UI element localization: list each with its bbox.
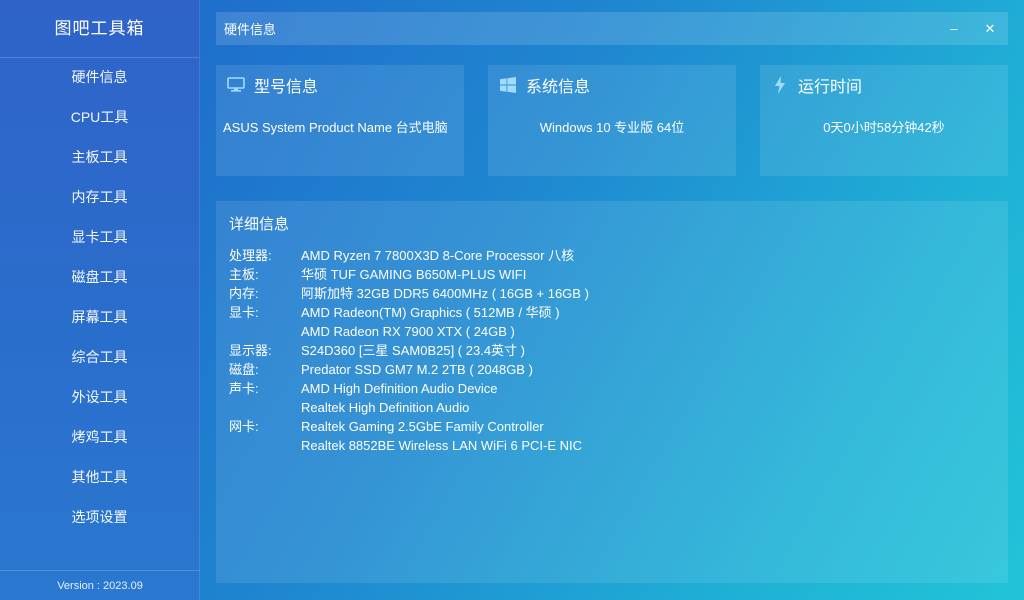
detail-row-network: 网卡: Realtek Gaming 2.5GbE Family Controll… — [229, 417, 995, 436]
detail-value: AMD Radeon(TM) Graphics ( 512MB / 华硕 ) — [301, 305, 560, 320]
detail-label: 内存: — [229, 286, 259, 301]
sidebar-item-screen-tools[interactable]: 屏幕工具 — [0, 298, 199, 338]
sidebar-item-memory-tools[interactable]: 内存工具 — [0, 178, 199, 218]
model-info-header: 型号信息 — [216, 65, 464, 105]
sidebar-item-settings[interactable]: 选项设置 — [0, 498, 199, 538]
detail-value: Realtek Gaming 2.5GbE Family Controller — [301, 419, 544, 434]
sidebar-item-disk-tools[interactable]: 磁盘工具 — [0, 258, 199, 298]
windows-icon — [498, 75, 518, 95]
detail-row-gpu-2: AMD Radeon RX 7900 XTX ( 24GB ) — [229, 322, 995, 341]
sidebar-item-hardware-info[interactable]: 硬件信息 — [0, 58, 199, 98]
model-info-card: 型号信息 ASUS System Product Name 台式电脑 — [216, 65, 464, 176]
title-bar: 硬件信息 – ✕ — [216, 12, 1008, 45]
detail-value: 阿斯加特 32GB DDR5 6400MHz ( 16GB + 16GB ) — [301, 286, 589, 301]
detail-label: 磁盘: — [229, 362, 259, 377]
model-info-value: ASUS System Product Name 台式电脑 — [223, 120, 448, 135]
detail-row-disk: 磁盘: Predator SSD GM7 M.2 2TB ( 2048GB ) — [229, 360, 995, 379]
sidebar-item-gpu-tools[interactable]: 显卡工具 — [0, 218, 199, 258]
sidebar-item-motherboard-tools[interactable]: 主板工具 — [0, 138, 199, 178]
detail-label: 主板: — [229, 267, 259, 282]
monitor-icon — [226, 75, 246, 95]
detail-label: 显示器: — [229, 343, 272, 358]
sidebar-item-cpu-tools[interactable]: CPU工具 — [0, 98, 199, 138]
detail-value: Realtek 8852BE Wireless LAN WiFi 6 PCI-E… — [301, 438, 583, 453]
detail-title: 详细信息 — [229, 216, 290, 233]
sidebar-nav: 硬件信息 CPU工具 主板工具 内存工具 显卡工具 磁盘工具 屏幕工具 综合工具… — [0, 58, 199, 538]
sidebar-item-general-tools[interactable]: 综合工具 — [0, 338, 199, 378]
detail-value: AMD Ryzen 7 7800X3D 8-Core Processor 八核 — [301, 248, 575, 263]
detail-panel: 详细信息 处理器: AMD Ryzen 7 7800X3D 8-Core Proc… — [216, 201, 1008, 583]
sidebar-item-other-tools[interactable]: 其他工具 — [0, 458, 199, 498]
detail-label: 显卡: — [229, 305, 259, 320]
version-label: Version : 2023.09 — [0, 570, 200, 600]
detail-value: S24D360 [三星 SAM0B25] ( 23.4英寸 ) — [301, 343, 525, 358]
detail-label — [229, 322, 301, 341]
detail-value: AMD High Definition Audio Device — [301, 381, 498, 396]
uptime-value: 0天0小时58分钟42秒 — [823, 120, 945, 135]
app-title: 图吧工具箱 — [0, 0, 199, 58]
sidebar-item-peripheral-tools[interactable]: 外设工具 — [0, 378, 199, 418]
close-button[interactable]: ✕ — [972, 12, 1008, 45]
system-info-title: 系统信息 — [526, 79, 591, 96]
uptime-header: 运行时间 — [760, 65, 1008, 105]
model-info-title: 型号信息 — [254, 79, 319, 96]
detail-row-network-2: Realtek 8852BE Wireless LAN WiFi 6 PCI-E… — [229, 436, 995, 455]
detail-row-audio: 声卡: AMD High Definition Audio Device — [229, 379, 995, 398]
detail-row-cpu: 处理器: AMD Ryzen 7 7800X3D 8-Core Processor… — [229, 246, 995, 265]
uptime-card: 运行时间 0天0小时58分钟42秒 — [760, 65, 1008, 176]
detail-row-motherboard: 主板: 华硕 TUF GAMING B650M-PLUS WIFI — [229, 265, 995, 284]
detail-value: AMD Radeon RX 7900 XTX ( 24GB ) — [301, 324, 515, 339]
detail-value: 华硕 TUF GAMING B650M-PLUS WIFI — [301, 267, 527, 282]
sidebar-item-stress-test-tools[interactable]: 烤鸡工具 — [0, 418, 199, 458]
detail-row-monitor: 显示器: S24D360 [三星 SAM0B25] ( 23.4英寸 ) — [229, 341, 995, 360]
detail-label: 声卡: — [229, 381, 259, 396]
system-info-card: 系统信息 Windows 10 专业版 64位 — [488, 65, 736, 176]
uptime-title: 运行时间 — [798, 79, 863, 96]
detail-row-memory: 内存: 阿斯加特 32GB DDR5 6400MHz ( 16GB + 16GB … — [229, 284, 995, 303]
lightning-icon — [770, 75, 790, 95]
page-title: 硬件信息 — [224, 22, 277, 37]
system-info-header: 系统信息 — [488, 65, 736, 105]
minimize-button[interactable]: – — [936, 12, 972, 45]
detail-label — [229, 436, 301, 455]
detail-label: 处理器: — [229, 248, 272, 263]
detail-row-gpu: 显卡: AMD Radeon(TM) Graphics ( 512MB / 华硕 … — [229, 303, 995, 322]
detail-value: Predator SSD GM7 M.2 2TB ( 2048GB ) — [301, 362, 533, 377]
sidebar: 图吧工具箱 硬件信息 CPU工具 主板工具 内存工具 显卡工具 磁盘工具 屏幕工… — [0, 0, 200, 600]
detail-row-audio-2: Realtek High Definition Audio — [229, 398, 995, 417]
detail-label — [229, 398, 301, 417]
system-info-value: Windows 10 专业版 64位 — [539, 120, 685, 135]
detail-value: Realtek High Definition Audio — [301, 400, 470, 415]
detail-label: 网卡: — [229, 419, 259, 434]
window-controls: – ✕ — [936, 12, 1008, 45]
